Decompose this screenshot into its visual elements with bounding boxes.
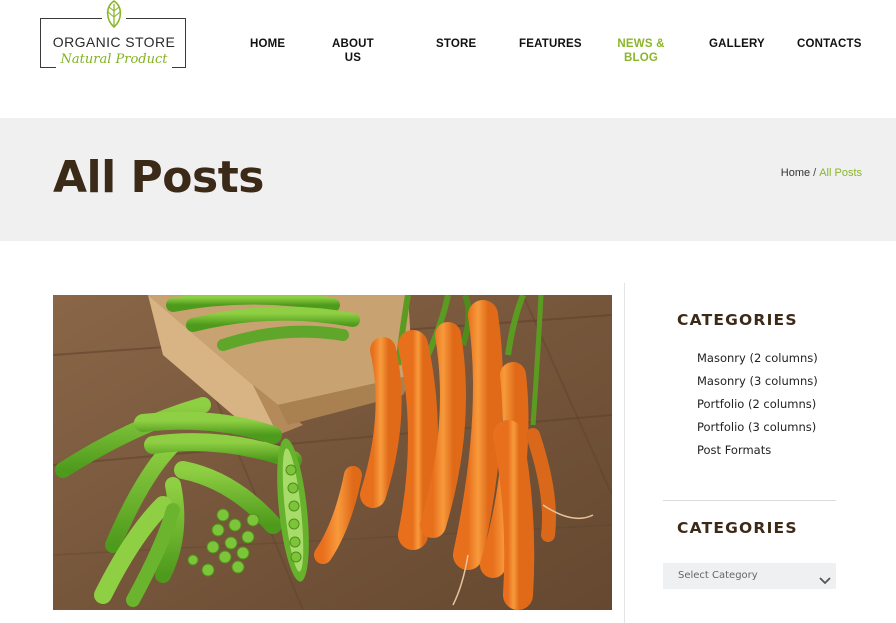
category-link[interactable]: Portfolio (3 columns) xyxy=(697,419,818,442)
breadcrumb-current: All Posts xyxy=(819,167,862,179)
nav-item-contacts[interactable]: CONTACTS xyxy=(797,37,862,51)
category-link[interactable]: Post Formats xyxy=(697,442,818,465)
nav-item-news-blog-line1: NEWS & xyxy=(617,38,665,50)
nav-item-store[interactable]: STORE xyxy=(436,37,476,51)
logo-subtitle: Natural Product xyxy=(56,52,172,68)
nav-item-news-blog-line2: BLOG xyxy=(623,52,659,64)
nav-item-home[interactable]: HOME xyxy=(250,37,285,51)
category-link[interactable]: Masonry (2 columns) xyxy=(697,350,818,373)
categories-list: Masonry (2 columns) Masonry (3 columns) … xyxy=(697,350,818,465)
nav-item-features[interactable]: FEATURES xyxy=(519,37,582,51)
categories-widget-title: CATEGORIES xyxy=(677,311,798,329)
site-header: ORGANIC STORE Natural Product HOME ABOUT… xyxy=(0,0,896,118)
categories-dropdown-title: CATEGORIES xyxy=(677,519,798,537)
leaf-icon xyxy=(102,0,126,29)
nav-item-about-us[interactable]: ABOUT US xyxy=(332,37,374,65)
nav-item-news-blog[interactable]: NEWS & BLOG xyxy=(611,37,671,65)
page-title: All Posts xyxy=(53,152,264,203)
category-select[interactable]: Select Category xyxy=(663,563,836,589)
logo-title: ORGANIC STORE xyxy=(52,34,176,50)
breadcrumb-separator: / xyxy=(813,167,817,179)
category-link[interactable]: Portfolio (2 columns) xyxy=(697,396,818,419)
content-sidebar-divider xyxy=(624,283,625,623)
nav-item-gallery[interactable]: GALLERY xyxy=(709,37,765,51)
category-select-value: Select Category xyxy=(678,570,758,581)
post-featured-image[interactable] xyxy=(53,295,612,610)
chevron-down-icon xyxy=(819,571,831,585)
category-link[interactable]: Masonry (3 columns) xyxy=(697,373,818,396)
widget-divider xyxy=(663,500,836,501)
breadcrumb-home-link[interactable]: Home xyxy=(781,167,810,179)
breadcrumb: Home / All Posts xyxy=(781,167,862,179)
site-logo[interactable]: ORGANIC STORE Natural Product xyxy=(40,0,190,76)
